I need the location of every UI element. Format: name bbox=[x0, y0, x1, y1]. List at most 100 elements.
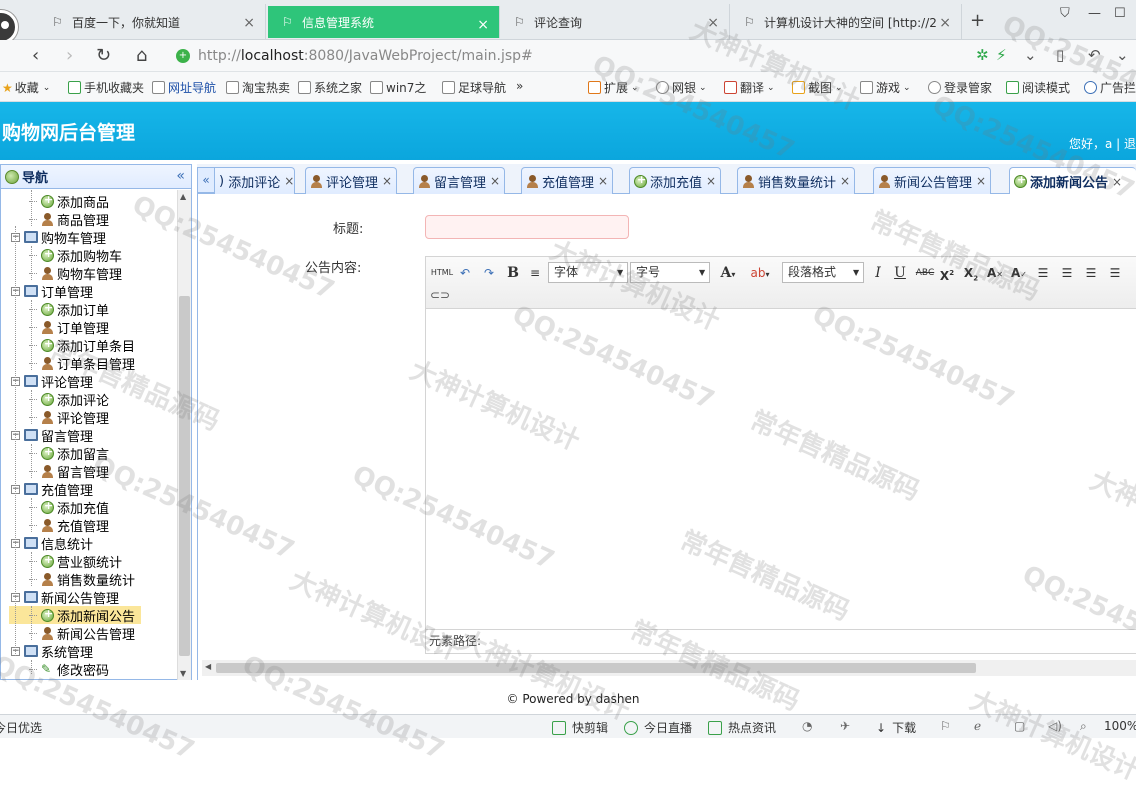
font-family-select[interactable]: 字体 ▼ bbox=[548, 262, 628, 283]
nav-item-23[interactable]: 添加新闻公告 bbox=[9, 606, 142, 625]
nav-item-21[interactable]: 销售数量统计 bbox=[29, 570, 135, 589]
bookmark-extensions[interactable]: 扩展 ⌄ bbox=[588, 79, 639, 96]
link-icon[interactable]: ⊂⊃ bbox=[430, 285, 450, 305]
scroll-thumb[interactable] bbox=[179, 296, 190, 656]
zoom-level[interactable]: 100% bbox=[1104, 719, 1136, 733]
tab-add-recharge[interactable]: 添加充值× bbox=[629, 167, 722, 194]
align-center-icon[interactable]: ☰ bbox=[1082, 263, 1100, 283]
lightning-icon[interactable]: ⚡ bbox=[996, 46, 1007, 64]
bookmark-favorites[interactable]: ★ 收藏 ⌄ bbox=[2, 79, 50, 96]
speed-icon[interactable]: ✲ bbox=[976, 46, 989, 64]
nav-item-9[interactable]: 订单条目管理 bbox=[29, 354, 135, 373]
nav-item-0[interactable]: 添加商品 bbox=[29, 192, 109, 211]
bookmark-login[interactable]: 登录管家 bbox=[928, 79, 992, 96]
close-icon[interactable]: × bbox=[477, 17, 489, 33]
browser-tab-info-system[interactable]: ⚐ 信息管理系统 × bbox=[268, 6, 500, 38]
bookmark-xitong[interactable]: 系统之家 bbox=[298, 79, 362, 96]
nav-item-group-25[interactable]: − 系统管理 bbox=[11, 642, 93, 661]
forward-button[interactable]: › bbox=[66, 45, 73, 66]
format-brush-icon[interactable]: ≡ bbox=[526, 263, 544, 283]
title-input[interactable] bbox=[425, 215, 629, 239]
user-greeting[interactable]: 您好，a | 退 bbox=[1069, 135, 1136, 152]
accelerate-icon[interactable]: ✈ bbox=[840, 719, 850, 733]
url-field[interactable]: + http://localhost:8080/JavaWebProject/m… bbox=[176, 44, 936, 68]
tab-message-mgmt[interactable]: 留言管理 × bbox=[413, 167, 506, 194]
highlight-icon[interactable]: ab▾ bbox=[748, 263, 772, 283]
home-icon[interactable]: ⌂ bbox=[136, 45, 147, 66]
tab-news-mgmt[interactable]: 新闻公告管理 × bbox=[873, 167, 992, 194]
nav-item-24[interactable]: 新闻公告管理 bbox=[29, 624, 135, 643]
nav-item-group-10[interactable]: − 评论管理 bbox=[11, 372, 93, 391]
nav-scrollbar[interactable]: ▲ ▼ bbox=[177, 190, 191, 680]
align-left-icon[interactable]: ☰ bbox=[1034, 263, 1052, 283]
undo-icon[interactable]: ↶ bbox=[456, 263, 474, 283]
status-live[interactable]: 今日直播 bbox=[624, 719, 692, 736]
auto-format-icon[interactable]: A✓ bbox=[1010, 263, 1028, 283]
nav-item-group-13[interactable]: − 留言管理 bbox=[11, 426, 93, 445]
nav-item-14[interactable]: 添加留言 bbox=[29, 444, 109, 463]
window-icon[interactable]: ▢ bbox=[1014, 719, 1025, 733]
collapse-icon[interactable]: « bbox=[176, 168, 185, 184]
nav-item-4[interactable]: 购物车管理 bbox=[29, 264, 122, 283]
nav-item-15[interactable]: 留言管理 bbox=[29, 462, 109, 481]
redo-icon[interactable]: ↷ bbox=[480, 263, 498, 283]
nav-item-6[interactable]: 添加订单 bbox=[29, 300, 109, 319]
nav-item-7[interactable]: 订单管理 bbox=[29, 318, 109, 337]
undo-icon[interactable]: ↶ bbox=[1088, 46, 1101, 64]
paragraph-select[interactable]: 段落格式 ▼ bbox=[782, 262, 864, 283]
bookmark-reading[interactable]: 阅读模式 bbox=[1006, 79, 1070, 96]
speed-dial-icon[interactable]: ◔ bbox=[802, 719, 812, 733]
html-source-button[interactable]: HTML bbox=[430, 263, 454, 283]
close-icon[interactable]: × bbox=[707, 15, 719, 31]
ie-icon[interactable]: ℯ bbox=[974, 719, 981, 733]
status-quick-clip[interactable]: 快剪辑 bbox=[552, 719, 608, 736]
font-color-icon[interactable]: A▾ bbox=[716, 263, 740, 283]
nav-item-group-2[interactable]: − 购物车管理 bbox=[11, 228, 106, 247]
nav-item-group-19[interactable]: − 信息统计 bbox=[11, 534, 93, 553]
tab-add-news[interactable]: 添加新闻公告× bbox=[1009, 167, 1136, 195]
scroll-left-icon[interactable]: ◀ bbox=[205, 662, 211, 671]
close-icon[interactable]: × bbox=[706, 174, 716, 188]
reload-icon[interactable]: ↻ bbox=[96, 45, 111, 66]
nav-item-17[interactable]: 添加充值 bbox=[29, 498, 109, 517]
close-icon[interactable]: × bbox=[243, 15, 255, 31]
bookmark-more[interactable]: » bbox=[516, 79, 523, 93]
phone-icon[interactable]: ▯ bbox=[1056, 46, 1064, 64]
back-button[interactable]: ‹ bbox=[32, 45, 39, 66]
editor-body[interactable] bbox=[426, 310, 1136, 628]
scroll-down-icon[interactable]: ▼ bbox=[180, 669, 186, 678]
nav-item-11[interactable]: 添加评论 bbox=[29, 390, 109, 409]
close-icon[interactable]: × bbox=[284, 174, 294, 188]
italic-icon[interactable]: I bbox=[870, 263, 886, 283]
status-daily-picks[interactable]: 今日优选 bbox=[0, 719, 42, 736]
flag-icon[interactable]: ⚐ bbox=[940, 719, 951, 733]
browser-tab-baidu[interactable]: ⚐ 百度一下，你就知道 × bbox=[38, 4, 266, 40]
maximize-icon[interactable]: ☐ bbox=[1114, 6, 1126, 21]
superscript-icon[interactable]: X2 bbox=[938, 263, 956, 283]
subscript-icon[interactable]: X2 bbox=[962, 263, 980, 283]
bookmark-win7[interactable]: win7之 bbox=[370, 79, 426, 96]
close-icon[interactable]: × bbox=[1112, 175, 1122, 189]
bookmark-adblock[interactable]: 广告拦 bbox=[1084, 79, 1136, 96]
browser-tab-comments[interactable]: ⚐ 评论查询 × bbox=[500, 4, 730, 40]
strikethrough-icon[interactable]: ABC bbox=[914, 263, 936, 283]
skin-icon[interactable]: ⛉ bbox=[1060, 6, 1070, 21]
scroll-thumb[interactable] bbox=[216, 663, 976, 673]
nav-item-12[interactable]: 评论管理 bbox=[29, 408, 109, 427]
browser-tab-space[interactable]: ⚐ 计算机设计大神的空间 [http://2 × bbox=[730, 4, 962, 40]
bookmark-mobile[interactable]: 手机收藏夹 bbox=[68, 79, 144, 96]
close-icon[interactable]: × bbox=[490, 174, 500, 188]
close-icon[interactable]: × bbox=[598, 174, 608, 188]
bookmark-translate[interactable]: 翻译 ⌄ bbox=[724, 79, 775, 96]
close-icon[interactable]: × bbox=[840, 174, 850, 188]
zoom-icon[interactable]: ⌕ bbox=[1080, 719, 1087, 734]
dropdown-icon[interactable]: ⌄ bbox=[1024, 46, 1037, 64]
bold-icon[interactable]: B bbox=[504, 263, 522, 283]
nav-item-1[interactable]: 商品管理 bbox=[29, 210, 109, 229]
nav-item-26[interactable]: ✎ 修改密码 bbox=[29, 660, 109, 679]
tab-add-comment[interactable]: ) 添加评论 × bbox=[215, 167, 295, 194]
volume-icon[interactable]: ◁) bbox=[1048, 719, 1062, 733]
horizontal-scrollbar[interactable]: ◀ bbox=[202, 660, 1136, 676]
menu-icon[interactable]: ⌄ bbox=[1116, 46, 1129, 64]
tab-sales-stats[interactable]: 销售数量统计 × bbox=[737, 167, 856, 194]
